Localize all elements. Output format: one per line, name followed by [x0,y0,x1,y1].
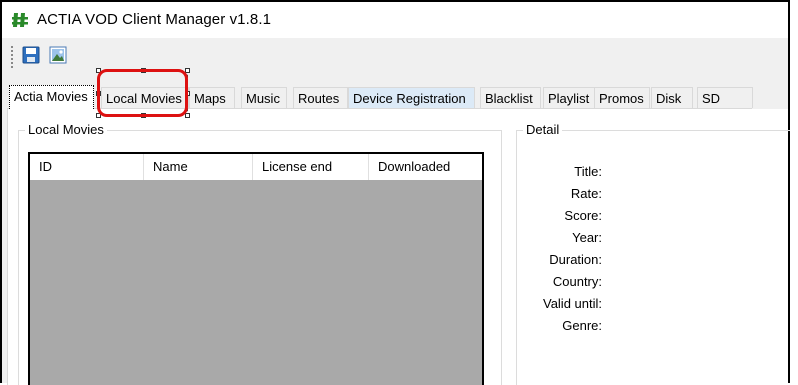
column-header-license-end[interactable]: License end [253,154,369,180]
window-title: ACTIA VOD Client Manager v1.8.1 [37,11,272,28]
app-window: ACTIA VOD Client Manager v1.8.1 Actia Mo… [0,0,790,385]
toolbar-grip[interactable] [11,46,13,68]
detail-fields: Title: Rate: Score: Year: Duration: Coun… [522,162,602,342]
tab-routes[interactable]: Routes [293,87,348,108]
tab-sd[interactable]: SD [697,87,753,108]
tab-device-registration[interactable]: Device Registration [348,87,475,108]
detail-label-valid-until: Valid until: [542,296,602,311]
detail-label-rate: Rate: [570,186,602,201]
detail-label-score: Score: [564,208,602,223]
title-bar: ACTIA VOD Client Manager v1.8.1 [2,2,788,38]
local-movies-list[interactable]: ID Name License end Downloaded [28,152,484,385]
handle-bottom-right [185,113,190,118]
tab-maps[interactable]: Maps [189,87,235,108]
column-header-name[interactable]: Name [144,154,253,180]
save-icon[interactable] [20,44,42,66]
detail-label-genre: Genre: [562,318,602,333]
app-logo-icon [12,11,28,29]
column-header-id[interactable]: ID [30,154,144,180]
local-movies-group-title: Local Movies [25,122,107,137]
tab-disk[interactable]: Disk [651,87,693,108]
tab-actia-movies[interactable]: Actia Movies [9,85,94,109]
list-header: ID Name License end Downloaded [30,154,482,180]
tab-music[interactable]: Music [241,87,287,108]
tab-blacklist[interactable]: Blacklist [480,87,541,108]
column-header-downloaded[interactable]: Downloaded [369,154,482,180]
detail-label-title: Title: [574,164,602,179]
detail-label-year: Year: [572,230,602,245]
detail-group-title: Detail [523,122,563,137]
highlight-annotation [97,69,188,117]
image-icon[interactable] [47,44,69,66]
tab-promos[interactable]: Promos [594,87,650,108]
tab-playlist[interactable]: Playlist [543,87,595,108]
detail-label-duration: Duration: [549,252,602,267]
detail-label-country: Country: [552,274,602,289]
